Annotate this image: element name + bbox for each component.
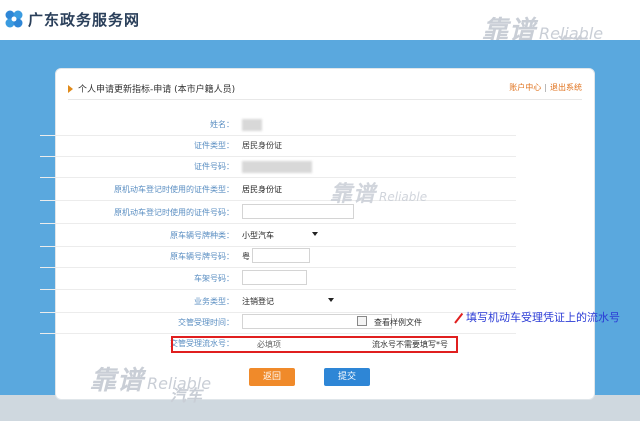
back-button[interactable]: 返回 — [249, 368, 295, 386]
calendar-icon[interactable] — [357, 316, 367, 326]
row-id-number: 证件号码： — [40, 157, 516, 178]
accept-time-label: 交管受理时间： — [178, 318, 234, 327]
view-sample-link[interactable]: 查看样例文件 — [374, 317, 422, 328]
row-plate-type: 原车辆号牌种类： 小型汽车 — [40, 226, 516, 247]
watermark-en: Reliable — [379, 190, 428, 204]
watermark-bottom: 靠谱 Reliable 汽车 — [90, 360, 211, 405]
row-id-type: 证件类型： 居民身份证 — [40, 136, 516, 157]
id-number-label: 证件号码： — [194, 162, 234, 171]
annotation-text: 填写机动车受理凭证上的流水号 — [466, 311, 620, 324]
id-type-label: 证件类型： — [194, 141, 234, 150]
link-separator: | — [544, 83, 547, 92]
site-title: 广东政务服务网 — [28, 11, 141, 29]
page-title: 个人申请更新指标-申请 (本市户籍人员) — [78, 85, 236, 95]
name-value-redacted — [242, 119, 262, 131]
row-plate-number: 原车辆号牌号码： 粤 — [40, 247, 516, 268]
row-orig-id-number: 原机动车登记时使用的证件号码： — [40, 203, 516, 224]
plate-number-prefix: 粤 — [242, 252, 250, 261]
orig-reg-id-number-label: 原机动车登记时使用的证件号码： — [114, 208, 234, 217]
header-links: 账户中心 | 退出系统 — [509, 82, 582, 93]
highlight-box — [171, 336, 458, 353]
panel-header: 个人申请更新指标-申请 (本市户籍人员) 账户中心 | 退出系统 — [68, 79, 582, 100]
id-number-redacted — [242, 161, 312, 173]
business-type-label: 业务类型： — [194, 297, 234, 306]
arrow-right-icon — [68, 85, 73, 93]
row-business-type: 业务类型： 注销登记 — [40, 292, 516, 313]
vin-input[interactable] — [242, 270, 307, 285]
plate-number-input[interactable] — [252, 248, 310, 263]
business-type-select[interactable]: 注销登记 — [242, 296, 274, 307]
gov-logo-icon — [5, 10, 23, 28]
row-name: 姓名： — [40, 115, 516, 136]
row-vin: 车架号码： — [40, 269, 516, 290]
accept-time-input[interactable] — [242, 314, 392, 329]
plate-number-label: 原车辆号牌号码： — [170, 252, 234, 261]
chevron-down-icon[interactable] — [312, 232, 318, 236]
watermark-cn: 靠谱 — [90, 366, 145, 396]
row-accept-time: 交管受理时间： — [40, 313, 516, 334]
watermark-center: 靠谱 Reliable — [330, 176, 427, 208]
watermark-cn: 靠谱 — [330, 182, 377, 207]
plate-type-select[interactable]: 小型汽车 — [242, 230, 274, 241]
watermark-car: 汽车 — [170, 386, 203, 405]
row-orig-id-type: 原机动车登记时使用的证件类型： 居民身份证 — [40, 180, 516, 201]
account-center-link[interactable]: 账户中心 — [509, 83, 541, 92]
orig-reg-id-type-label: 原机动车登记时使用的证件类型： — [114, 185, 234, 194]
orig-reg-id-type-select[interactable]: 居民身份证 — [242, 184, 282, 195]
submit-button[interactable]: 提交 — [324, 368, 370, 386]
plate-type-label: 原车辆号牌种类： — [170, 231, 234, 240]
id-type-value: 居民身份证 — [242, 141, 282, 150]
logout-link[interactable]: 退出系统 — [550, 83, 582, 92]
name-label: 姓名： — [210, 120, 234, 129]
vin-label: 车架号码： — [194, 274, 234, 283]
chevron-down-icon[interactable] — [328, 298, 334, 302]
